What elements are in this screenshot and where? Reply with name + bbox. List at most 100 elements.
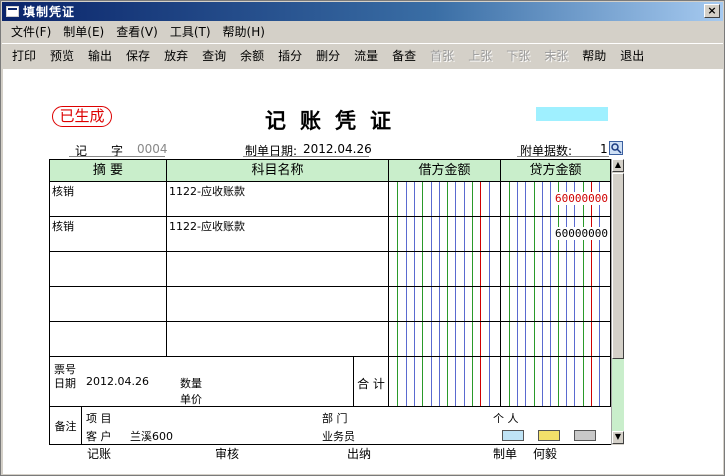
toolbar-button-14[interactable]: 末张 [537,45,575,67]
header-account: 科目名称 [167,160,389,182]
voucher-area: 已生成 记账凭证 记 字 0004 制单日期: 2012.04.26 附单据数:… [3,69,723,474]
date-underline [243,156,369,157]
cell-account[interactable]: 1122-应收账款 [167,217,389,252]
remark-label: 备注 [50,407,82,444]
toolbar-button-12[interactable]: 上张 [461,45,499,67]
cell-account[interactable] [167,322,389,357]
header-summary: 摘 要 [50,160,167,182]
salesman-label: 业务员 [322,430,355,443]
close-button[interactable]: × [704,4,720,18]
cell-debit[interactable] [389,182,501,217]
amount-grid-lines [389,322,500,356]
amount-credit: 60000000 [555,227,608,240]
cashier-label: 出纳 [347,447,372,461]
menu-bar: 文件(F) 制单(E) 查看(V) 工具(T) 帮助(H) [2,22,723,41]
scroll-down-icon[interactable]: ▼ [612,431,624,444]
amount-grid-lines [389,287,500,321]
toolbar-button-15[interactable]: 帮助 [575,45,613,67]
toolbar-button-1[interactable]: 预览 [43,45,81,67]
amount-credit: 60000000 [555,192,608,205]
voucher-window: 填制凭证 × 文件(F) 制单(E) 查看(V) 工具(T) 帮助(H) 打印 预览 输出保… [0,0,725,476]
cell-summary[interactable]: 核销 [50,217,167,252]
number-underline [69,156,165,157]
amount-grid-lines [501,287,610,321]
customer-label: 客 户 [86,430,112,443]
attach-count[interactable]: 1 [600,142,608,156]
voucher-grid: 摘 要 科目名称 借方金额 贷方金额 核销 1122-应收账款 60000000 核销… [49,159,623,445]
total-credit [501,357,611,407]
menu-item-0[interactable]: 文件(F) [5,23,57,40]
amount-grid-lines [389,217,500,251]
department-label: 部 门 [322,412,348,425]
bill-date[interactable]: 2012.04.26 [86,375,149,388]
bill-date-label: 日期 [54,377,76,390]
cell-summary[interactable] [50,287,167,322]
toolbar-button-2[interactable]: 输出 [81,45,119,67]
title-bar: 填制凭证 × [2,2,723,21]
bookkeeper-label: 记账 [87,447,112,461]
toolbar-button-8[interactable]: 删分 [309,45,347,67]
attach-underline [517,156,609,157]
header-debit: 借方金额 [389,160,501,182]
toolbar-button-16[interactable]: 退出 [613,45,651,67]
menu-item-2[interactable]: 查看(V) [110,23,164,40]
contact-card-icon[interactable] [502,430,524,441]
cell-credit[interactable]: 60000000 [501,182,611,217]
person-label: 个 人 [493,412,519,425]
scroll-thumb[interactable] [612,173,624,359]
amount-grid-lines [501,252,610,286]
total-debit [389,357,501,407]
toolbox-icon[interactable] [574,430,596,441]
cell-summary[interactable] [50,252,167,287]
cell-credit[interactable] [501,322,611,357]
toolbar-button-0[interactable]: 打印 [5,45,43,67]
cell-credit[interactable] [501,287,611,322]
menu-item-1[interactable]: 制单(E) [57,23,110,40]
cell-debit[interactable] [389,322,501,357]
cell-account[interactable] [167,252,389,287]
header-credit: 贷方金额 [501,160,611,182]
amount-grid-lines [501,322,610,356]
amount-grid-lines [389,182,500,216]
toolbar: 打印 预览 输出 保存 放弃 查询 余额 插分 删分 流量 备查 首张 上张 下张 末张 帮助 退出 [2,43,723,67]
auditor-label: 审核 [215,447,240,461]
cell-credit[interactable] [501,252,611,287]
toolbar-button-11[interactable]: 首张 [423,45,461,67]
toolbar-button-10[interactable]: 备查 [385,45,423,67]
vertical-scrollbar[interactable]: ▲ ▼ [611,159,624,445]
scroll-track [612,359,624,431]
toolbar-button-7[interactable]: 插分 [271,45,309,67]
attach-lookup-icon[interactable] [609,141,623,155]
cell-debit[interactable] [389,287,501,322]
menu-item-4[interactable]: 帮助(H) [217,23,271,40]
voucher-title: 记账凭证 [265,108,405,133]
toolbar-button-9[interactable]: 流量 [347,45,385,67]
project-label: 项 目 [86,412,112,425]
voucher-flag-box [536,107,608,121]
total-label: 合 计 [354,357,389,407]
toolbar-button-4[interactable]: 放弃 [157,45,195,67]
toolbar-button-3[interactable]: 保存 [119,45,157,67]
customer-value[interactable]: 兰溪600 [130,428,173,444]
cell-debit[interactable] [389,217,501,252]
cell-summary[interactable] [50,322,167,357]
scroll-up-icon[interactable]: ▲ [612,159,624,172]
cell-credit[interactable]: 60000000 [501,217,611,252]
voucher-date[interactable]: 2012.04.26 [303,142,372,156]
toolbar-button-6[interactable]: 余额 [233,45,271,67]
cell-account[interactable] [167,287,389,322]
menu-item-3[interactable]: 工具(T) [164,23,217,40]
generated-stamp: 已生成 [52,106,112,127]
maker-name: 何毅 [533,447,558,461]
quantity-label: 数量 [180,377,202,390]
amount-grid-lines [389,252,500,286]
toolbar-button-5[interactable]: 查询 [195,45,233,67]
unit-price-label: 单价 [180,393,202,406]
cell-debit[interactable] [389,252,501,287]
document-icon[interactable] [538,430,560,441]
cell-account[interactable]: 1122-应收账款 [167,182,389,217]
toolbar-button-13[interactable]: 下张 [499,45,537,67]
cell-summary[interactable]: 核销 [50,182,167,217]
app-icon [6,6,19,17]
voucher-number[interactable]: 0004 [137,142,168,156]
